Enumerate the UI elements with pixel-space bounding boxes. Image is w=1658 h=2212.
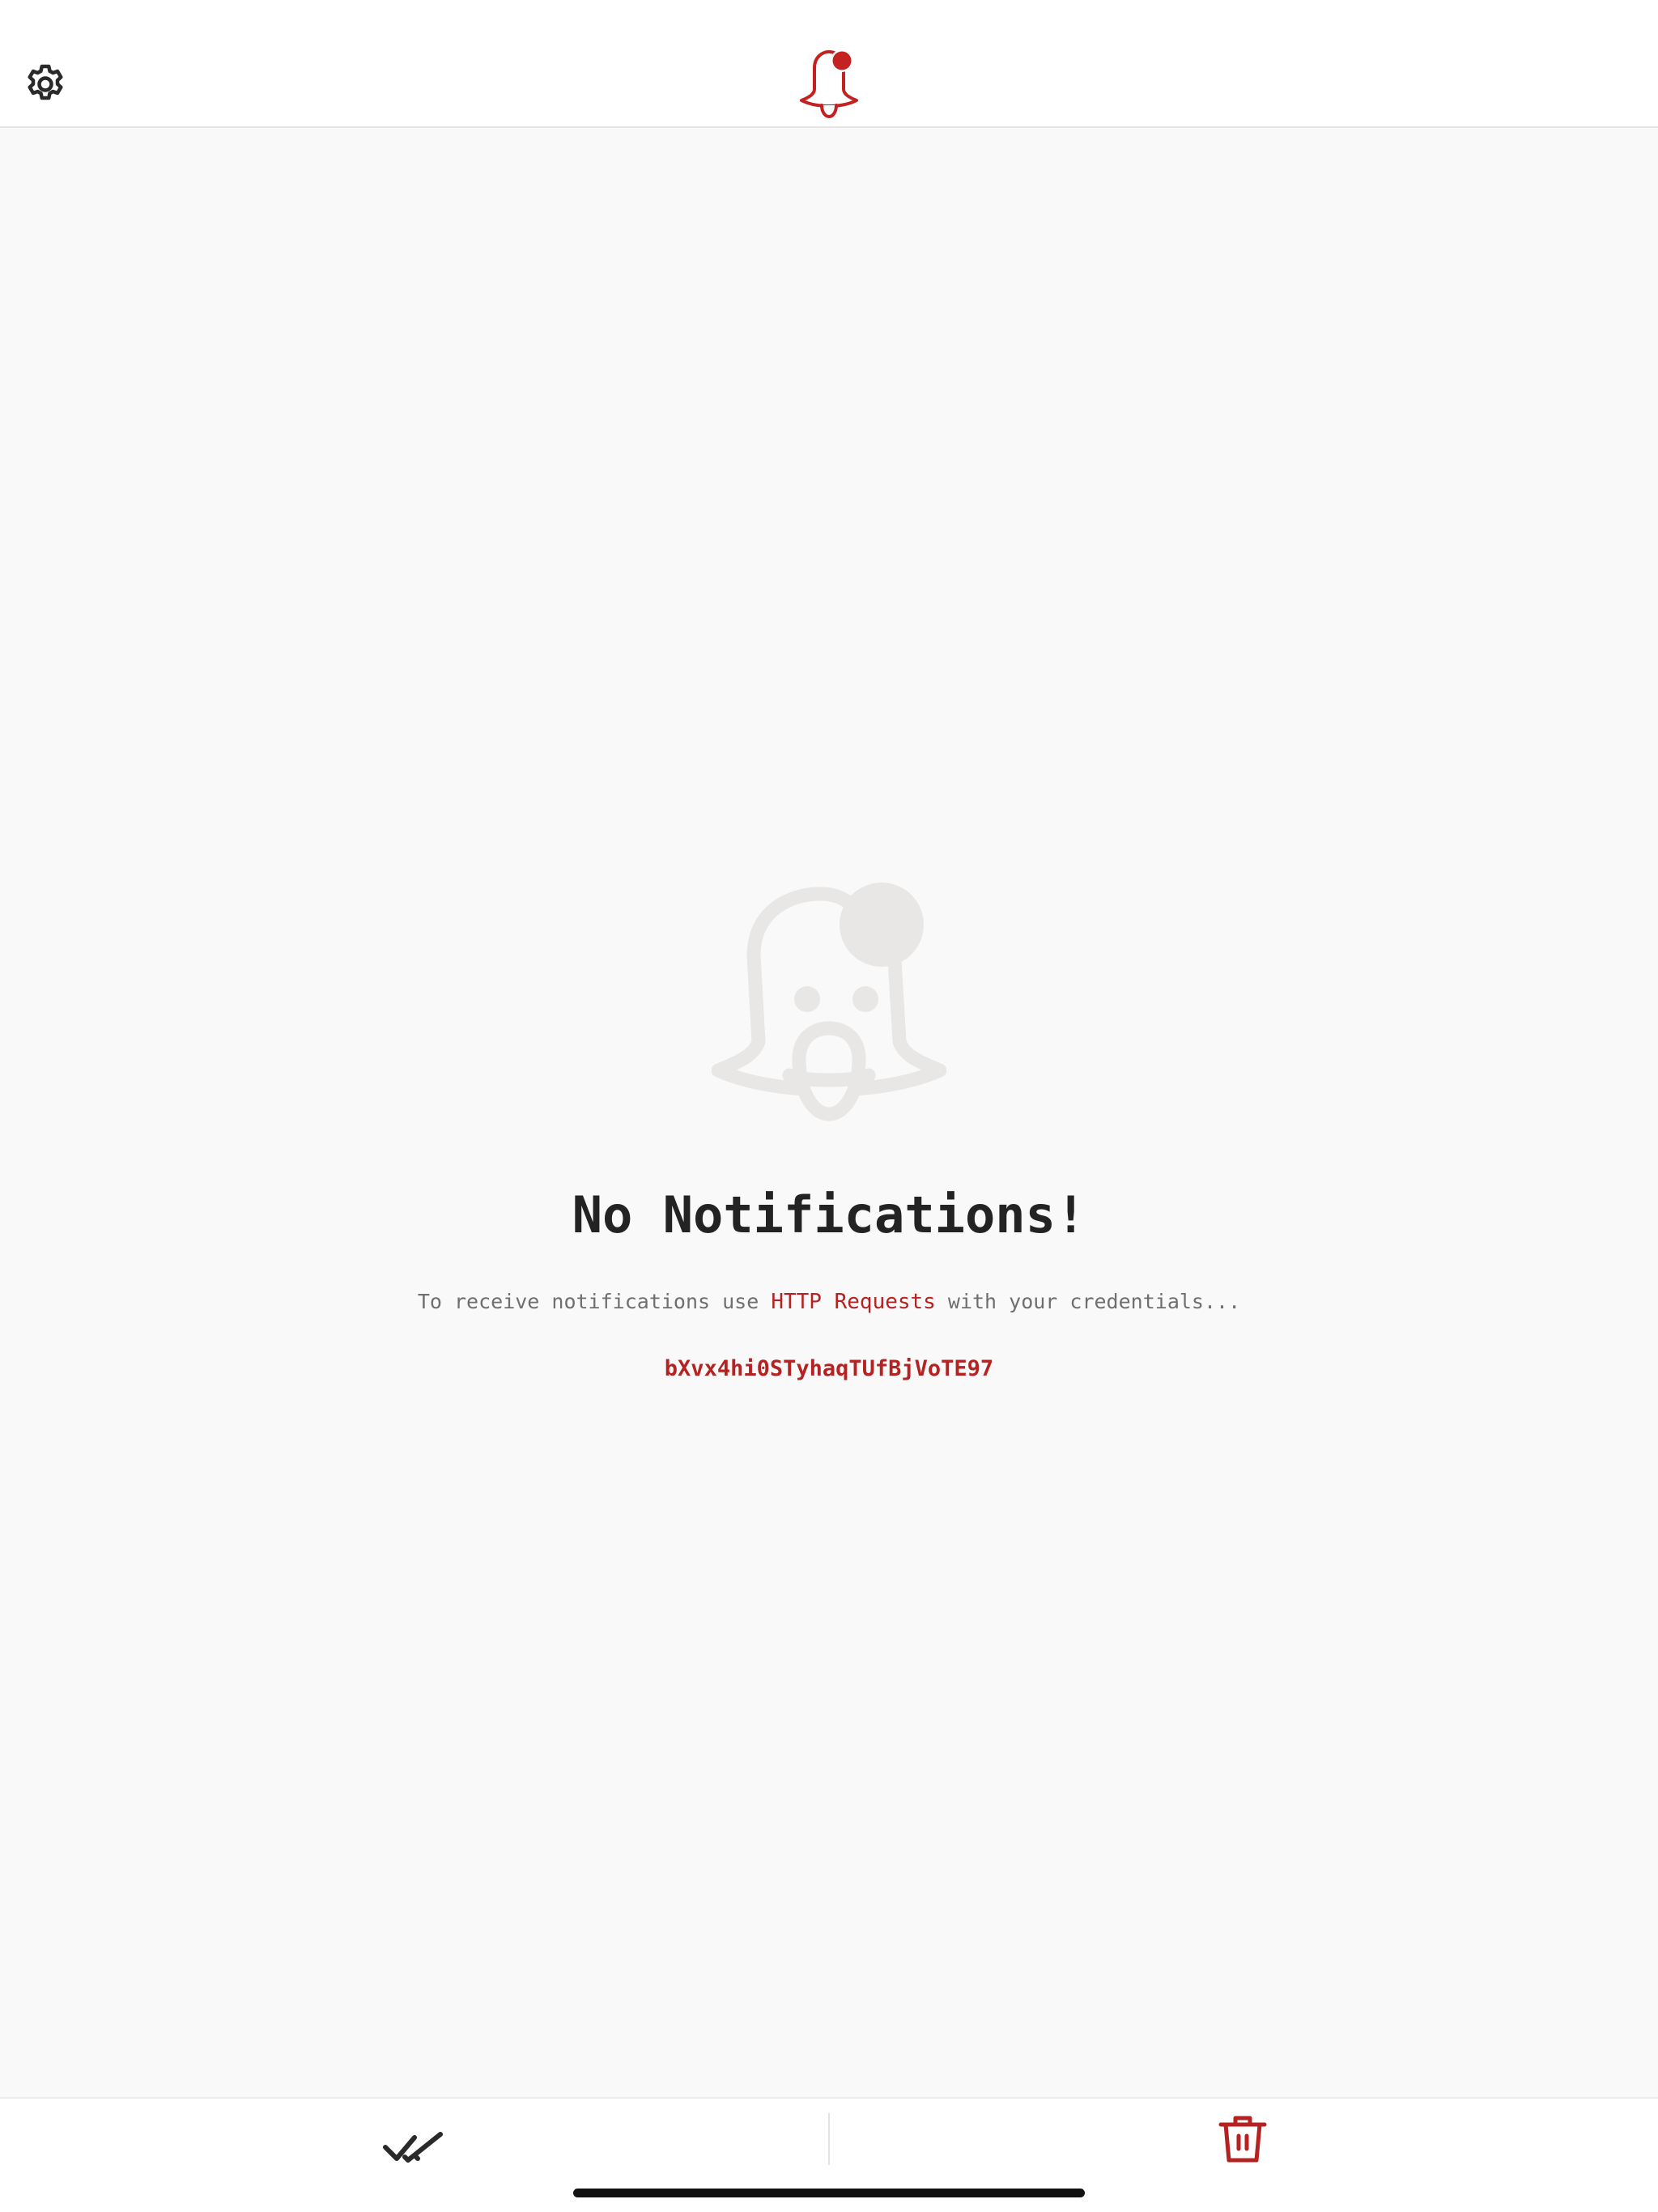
double-check-icon [383,2132,443,2163]
empty-title: No Notifications! [572,1185,1086,1244]
message-text-before: To receive notifications use [417,1290,772,1313]
home-indicator[interactable] [573,2189,1085,2197]
bell-face-icon [712,883,946,1121]
delete-all-button[interactable] [1218,2113,1268,2165]
trash-icon [1218,2116,1267,2163]
empty-message: To receive notifications use HTTP Reques… [0,1290,1658,1314]
top-bar [0,0,1658,128]
gear-icon [28,64,63,100]
http-requests-link[interactable]: HTTP Requests [771,1290,936,1314]
toolbar-divider [828,2113,830,2165]
credential-token[interactable]: bXvx4hi0STyhaqTUfBjVoTE97 [0,1356,1658,1381]
mark-all-read-button[interactable] [382,2125,447,2173]
app-logo [795,47,863,121]
bell-with-badge-icon [800,49,858,119]
empty-state: No Notifications! To receive notificatio… [0,883,1658,1381]
settings-button[interactable] [21,60,70,108]
message-text-after: with your credentials... [935,1290,1241,1313]
